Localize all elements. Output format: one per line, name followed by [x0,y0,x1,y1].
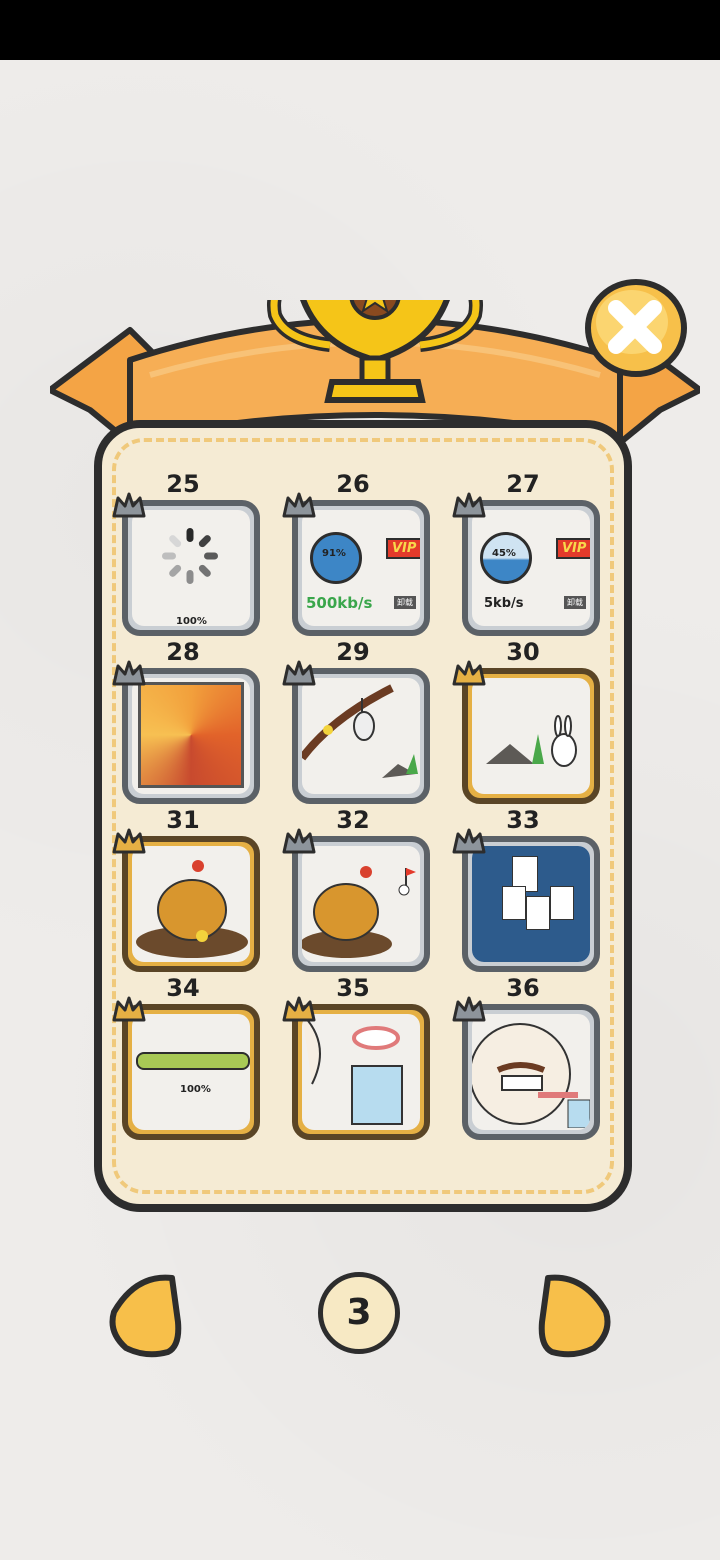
unload-button[interactable]: 卸载 [394,596,416,609]
level-frame [462,668,600,804]
gold-crown-icon [112,828,146,856]
page-indicator: 3 [318,1272,400,1354]
level-30-card[interactable]: 30 [448,638,600,806]
level-frame: 45% VIP 5kb/s 卸载 [462,500,600,636]
level-28-card[interactable]: 28 [108,638,260,806]
vip-badge: VIP [386,538,420,559]
level-frame: 100% [122,1004,260,1140]
level-thumbnail: 100% [132,510,250,626]
level-34-card[interactable]: 34 100% [108,974,260,1142]
rabbit-rock-image [486,715,577,767]
level-thumbnail [132,678,250,794]
download-speed: 500kb/s [306,594,373,612]
level-frame: 100% [122,500,260,636]
hen-golf-image [302,866,416,958]
level-thumbnail [302,1014,420,1130]
silver-crown-icon [452,828,486,856]
progress-label: 91% [322,548,346,559]
silver-crown-icon [452,492,486,520]
level-frame [292,1004,430,1140]
level-27-card[interactable]: 27 45% VIP 5kb/s 卸载 [448,470,600,638]
prev-page-button[interactable] [106,1272,184,1358]
level-25-card[interactable]: 25 100% [108,470,260,638]
vip-badge: VIP [556,538,590,559]
level-thumbnail [472,846,590,962]
level-frame [122,836,260,972]
level-thumbnail: 100% [132,1014,250,1130]
next-page-button[interactable] [536,1272,614,1358]
level-29-card[interactable]: 29 [278,638,430,806]
puzzle-image [138,682,244,788]
branch-cocoon-image [302,684,418,778]
level-33-card[interactable]: 33 [448,806,600,974]
silver-crown-icon [282,492,316,520]
silver-crown-icon [452,996,486,1024]
level-frame [462,836,600,972]
level-thumbnail: 45% VIP 5kb/s 卸载 [472,510,590,626]
level-frame [292,836,430,972]
unload-button[interactable]: 卸载 [564,596,586,609]
level-26-card[interactable]: 26 91% VIP 500kb/s 卸载 [278,470,430,638]
progress-label: 100% [180,1084,211,1095]
level-thumbnail [302,846,420,962]
progress-label: 45% [492,548,516,559]
level-thumbnail: 91% VIP 500kb/s 卸载 [302,510,420,626]
level-36-card[interactable]: 36 [448,974,600,1142]
close-button[interactable] [584,278,688,378]
level-frame [462,1004,600,1140]
status-bar [0,0,720,60]
level-thumbnail [472,678,590,794]
progress-label: 100% [176,616,207,626]
full-progress-bar [136,1052,250,1070]
hen-nest-image [136,860,248,958]
silver-crown-icon [112,660,146,688]
level-thumbnail [132,846,250,962]
level-thumbnail [302,678,420,794]
level-frame [292,668,430,804]
gold-crown-icon [282,996,316,1024]
level-frame: 91% VIP 500kb/s 卸载 [292,500,430,636]
level-35-card[interactable]: 35 [278,974,430,1142]
cards-image [472,846,590,962]
download-speed: 5kb/s [484,596,524,611]
silver-crown-icon [282,660,316,688]
level-thumbnail [472,1014,590,1130]
silver-crown-icon [112,492,146,520]
silver-crown-icon [282,828,316,856]
level-32-card[interactable]: 32 [278,806,430,974]
gold-crown-icon [112,996,146,1024]
level-frame [122,668,260,804]
loading-spinner-icon [162,528,218,584]
gold-crown-icon [452,660,486,688]
level-31-card[interactable]: 31 [108,806,260,974]
dentures-glass-image [302,1014,403,1125]
man-brushing-image [472,1023,590,1129]
